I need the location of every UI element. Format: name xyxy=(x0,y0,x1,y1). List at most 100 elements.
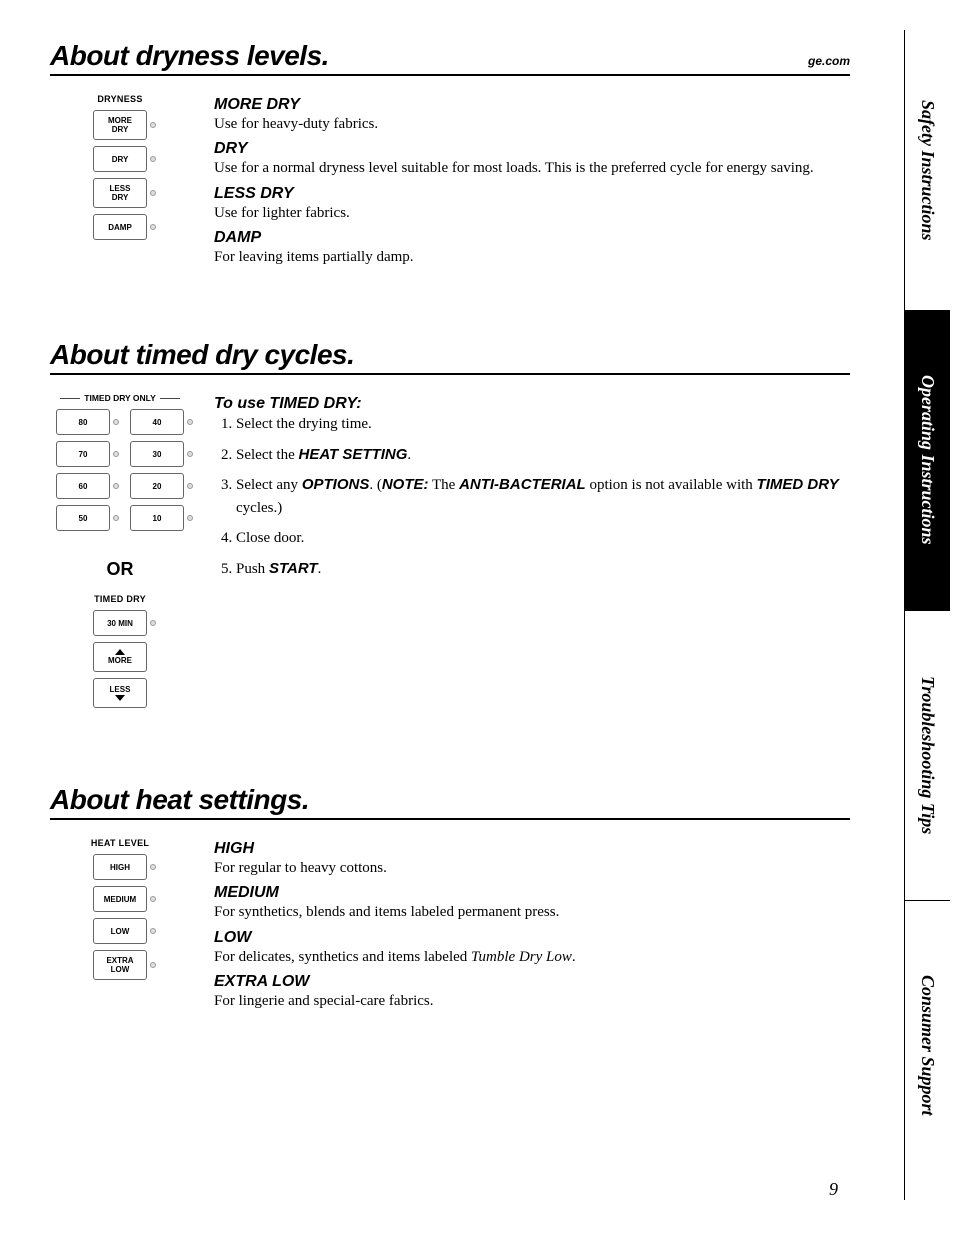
body-high: For regular to heavy cottons. xyxy=(214,858,850,878)
button-70: 70 xyxy=(56,441,110,467)
led-icon xyxy=(150,864,156,870)
button-label: MORE xyxy=(108,116,132,125)
step-1: Select the drying time. xyxy=(236,413,850,436)
button-label: EXTRA xyxy=(106,956,133,965)
led-icon xyxy=(187,451,193,457)
body-damp: For leaving items partially damp. xyxy=(214,247,850,267)
button-label: 30 MIN xyxy=(107,619,133,628)
led-icon xyxy=(150,156,156,162)
page-number: 9 xyxy=(829,1179,838,1200)
led-icon xyxy=(187,515,193,521)
timed-dry-instructions: To use TIMED DRY: Select the drying time… xyxy=(214,389,850,714)
button-low: LOW xyxy=(93,918,147,944)
button-label: LESS xyxy=(110,184,131,193)
body-medium: For synthetics, blends and items labeled… xyxy=(214,902,850,922)
step-2: Select the HEAT SETTING. xyxy=(236,444,850,467)
led-icon xyxy=(113,515,119,521)
steps-list: Select the drying time. Select the HEAT … xyxy=(214,413,850,580)
heading-damp: DAMP xyxy=(214,229,850,247)
button-label: DAMP xyxy=(108,223,132,232)
button-extra-low: EXTRA LOW xyxy=(93,950,147,980)
panel-label-text: TIMED DRY ONLY xyxy=(80,393,159,403)
section-heat-settings: About heat settings. HEAT LEVEL HIGH MED… xyxy=(50,784,850,1013)
led-icon xyxy=(150,224,156,230)
brand-link: ge.com xyxy=(808,54,850,68)
tab-troubleshooting: Troubleshooting Tips xyxy=(905,610,950,900)
button-label: 70 xyxy=(79,450,88,459)
button-30: 30 xyxy=(130,441,184,467)
section-header: About heat settings. xyxy=(50,784,850,820)
heat-panel: HEAT LEVEL HIGH MEDIUM LOW EXTRA LOW xyxy=(50,834,190,1013)
side-tabs: Safety Instructions Operating Instructio… xyxy=(904,30,954,1200)
button-label: LESS xyxy=(110,685,131,694)
led-icon xyxy=(113,419,119,425)
step-3: Select any OPTIONS. (NOTE: The ANTI-BACT… xyxy=(236,474,850,519)
or-label: OR xyxy=(107,559,134,580)
led-icon xyxy=(113,451,119,457)
button-30-min: 30 MIN xyxy=(93,610,147,636)
body-more-dry: Use for heavy-duty fabrics. xyxy=(214,114,850,134)
button-label: 30 xyxy=(153,450,162,459)
button-medium: MEDIUM xyxy=(93,886,147,912)
led-icon xyxy=(150,928,156,934)
section-title: About heat settings. xyxy=(50,784,309,816)
heading-high: HIGH xyxy=(214,840,850,858)
heading-extra-low: EXTRA LOW xyxy=(214,973,850,991)
tab-consumer: Consumer Support xyxy=(905,900,950,1190)
arrow-up-icon xyxy=(115,649,125,655)
panel-label: DRYNESS xyxy=(97,94,142,104)
button-label: LOW xyxy=(111,965,130,974)
tab-safety: Safety Instructions xyxy=(905,30,950,310)
button-label: MORE xyxy=(108,656,132,665)
section-title: About dryness levels. xyxy=(50,40,329,72)
section-timed-dry: About timed dry cycles. TIMED DRY ONLY 8… xyxy=(50,339,850,714)
button-label: MEDIUM xyxy=(104,895,136,904)
heading-less-dry: LESS DRY xyxy=(214,185,850,203)
panel-label: HEAT LEVEL xyxy=(91,838,149,848)
led-icon xyxy=(187,419,193,425)
dryness-descriptions: MORE DRY Use for heavy-duty fabrics. DRY… xyxy=(214,90,850,269)
tab-operating: Operating Instructions xyxy=(905,310,950,610)
led-icon xyxy=(150,620,156,626)
button-label: 60 xyxy=(79,482,88,491)
arrow-down-icon xyxy=(115,695,125,701)
heading-low: LOW xyxy=(214,929,850,947)
button-label: 50 xyxy=(79,514,88,523)
step-4: Close door. xyxy=(236,527,850,550)
led-icon xyxy=(150,962,156,968)
heading-dry: DRY xyxy=(214,140,850,158)
body-low: For delicates, synthetics and items labe… xyxy=(214,947,850,967)
led-icon xyxy=(187,483,193,489)
button-label: DRY xyxy=(112,155,129,164)
subheading: To use TIMED DRY: xyxy=(214,395,850,413)
button-60: 60 xyxy=(56,473,110,499)
button-label: DRY xyxy=(112,125,129,134)
heading-more-dry: MORE DRY xyxy=(214,96,850,114)
body-extra-low: For lingerie and special-care fabrics. xyxy=(214,991,850,1011)
body-dry: Use for a normal dryness level suitable … xyxy=(214,158,850,178)
button-10: 10 xyxy=(130,505,184,531)
button-label: HIGH xyxy=(110,863,130,872)
button-label: 20 xyxy=(153,482,162,491)
button-dry: DRY xyxy=(93,146,147,172)
heading-medium: MEDIUM xyxy=(214,884,850,902)
led-icon xyxy=(150,896,156,902)
button-label: LOW xyxy=(111,927,130,936)
heat-descriptions: HIGH For regular to heavy cottons. MEDIU… xyxy=(214,834,850,1013)
button-80: 80 xyxy=(56,409,110,435)
section-header: About dryness levels. ge.com xyxy=(50,40,850,76)
button-label: DRY xyxy=(112,193,129,202)
button-less-dry: LESS DRY xyxy=(93,178,147,208)
button-label: 10 xyxy=(153,514,162,523)
panel-label: TIMED DRY ONLY xyxy=(60,393,180,403)
dryness-panel: DRYNESS MORE DRY DRY LESS DRY DAMP xyxy=(50,90,190,269)
body-less-dry: Use for lighter fabrics. xyxy=(214,203,850,223)
button-more-dry: MORE DRY xyxy=(93,110,147,140)
led-icon xyxy=(150,122,156,128)
button-40: 40 xyxy=(130,409,184,435)
button-damp: DAMP xyxy=(93,214,147,240)
led-icon xyxy=(150,190,156,196)
led-icon xyxy=(113,483,119,489)
button-high: HIGH xyxy=(93,854,147,880)
button-label: 40 xyxy=(153,418,162,427)
